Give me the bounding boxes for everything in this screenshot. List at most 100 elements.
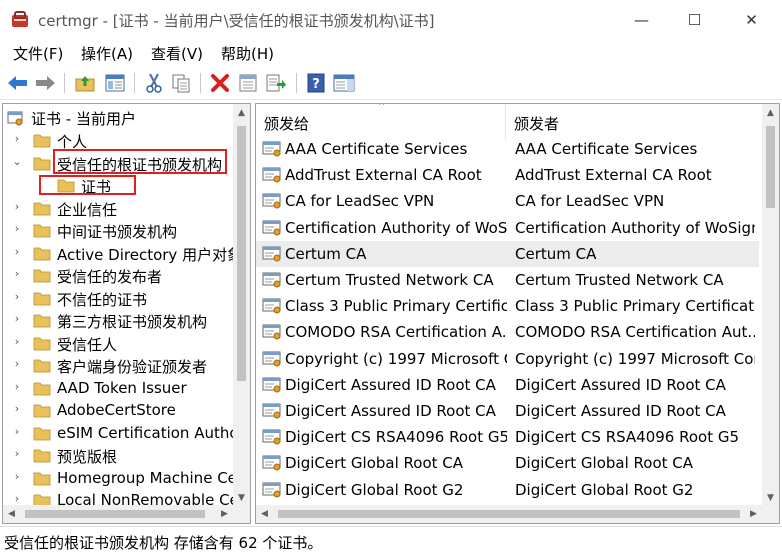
issued-to-cell: Certum Trusted Network CA xyxy=(285,271,494,289)
column-header-issued-to-label: 颁发给 xyxy=(264,115,310,133)
list-hscroll-thumb[interactable] xyxy=(278,510,740,518)
column-header-issued-to[interactable]: 颁发给 ^ xyxy=(256,104,505,140)
list-scroll-thumb[interactable] xyxy=(766,126,775,208)
list-vertical-scrollbar[interactable]: ▲ ▼ xyxy=(762,104,779,506)
tree-item-label: 不信任的证书 xyxy=(57,290,148,309)
scroll-up-icon[interactable]: ▲ xyxy=(233,104,250,121)
scroll-down-icon[interactable]: ▼ xyxy=(233,489,250,506)
expand-chevron-icon[interactable]: › xyxy=(11,290,23,303)
certmgr-app-icon xyxy=(12,11,28,27)
scroll-up-icon[interactable]: ▲ xyxy=(762,104,779,121)
scroll-down-icon[interactable]: ▼ xyxy=(762,489,779,506)
expand-chevron-icon[interactable]: › xyxy=(11,447,23,460)
tree-item[interactable]: › AdobeCertStore xyxy=(3,400,243,422)
maximize-button[interactable]: ☐ xyxy=(667,0,722,40)
title-bar: certmgr - [证书 - 当前用户\受信任的根证书颁发机构\证书] — ☐… xyxy=(0,0,782,40)
copy-icon[interactable] xyxy=(169,71,193,95)
collapse-chevron-icon[interactable]: ⌄ xyxy=(11,155,23,168)
issued-by-cell: DigiCert Global Root CA xyxy=(515,454,694,473)
expand-chevron-icon[interactable]: › xyxy=(11,335,23,348)
tree-item[interactable]: › AAD Token Issuer xyxy=(3,378,243,400)
certificate-row[interactable]: CA for LeadSec VPN CA for LeadSec VPN xyxy=(256,188,759,214)
tree-item[interactable]: 证书 xyxy=(3,175,243,197)
tree-item[interactable]: › eSIM Certification Authorities xyxy=(3,423,250,445)
tree-item-label: 受信任的根证书颁发机构 xyxy=(57,155,223,174)
tree-item[interactable]: › Active Directory 用户对象 xyxy=(3,243,243,265)
expand-chevron-icon[interactable]: › xyxy=(11,425,23,438)
tree-horizontal-scrollbar[interactable]: ◀ ▶ xyxy=(3,505,233,523)
tree-root[interactable]: 证书 - 当前用户 xyxy=(3,107,243,129)
delete-icon[interactable] xyxy=(208,71,232,95)
certificate-row[interactable]: Copyright (c) 1997 Microsoft C... Copyrig… xyxy=(256,346,759,372)
issued-by-cell: AddTrust External CA Root xyxy=(515,166,712,185)
expand-chevron-icon[interactable]: › xyxy=(11,222,23,235)
action-pane-icon[interactable] xyxy=(332,71,356,95)
expand-chevron-icon[interactable]: › xyxy=(11,470,23,483)
menu-view[interactable]: 查看(V) xyxy=(151,43,203,64)
tree-root-label: 证书 - 当前用户 xyxy=(31,110,136,128)
menu-help[interactable]: 帮助(H) xyxy=(221,43,274,64)
minimize-button[interactable]: — xyxy=(614,0,669,40)
scroll-left-icon[interactable]: ◀ xyxy=(256,505,273,523)
tree-item[interactable]: › 预览版根 xyxy=(3,445,243,467)
certificate-row[interactable]: AAA Certificate Services AAA Certificate … xyxy=(256,136,759,162)
tree-item-label: 证书 xyxy=(81,178,112,196)
tree-item[interactable]: › 中间证书颁发机构 xyxy=(3,220,243,242)
menu-action[interactable]: 操作(A) xyxy=(81,43,133,64)
folder-icon xyxy=(33,337,51,350)
certificate-row[interactable]: AddTrust External CA Root AddTrust Extern… xyxy=(256,162,759,188)
certificate-row[interactable]: DigiCert Assured ID Root CA DigiCert Assu… xyxy=(256,372,759,398)
certificate-row[interactable]: Class 3 Public Primary Certifica... Class… xyxy=(256,293,759,319)
tree-item[interactable]: › 受信任的发布者 xyxy=(3,265,243,287)
issued-by-cell: DigiCert Assured ID Root CA xyxy=(515,402,726,420)
tree-item[interactable]: › 客户端身份验证颁发者 xyxy=(3,355,243,377)
certificate-row[interactable]: Certum Trusted Network CA Certum Trusted … xyxy=(256,267,759,293)
expand-chevron-icon[interactable]: › xyxy=(11,402,23,415)
close-button[interactable]: ✕ xyxy=(724,0,779,40)
certificate-row[interactable]: DigiCert Global Root G2 DigiCert Global R… xyxy=(256,477,759,503)
certificate-row[interactable]: Certum CA Certum CA xyxy=(256,240,759,267)
expand-chevron-icon[interactable]: › xyxy=(11,357,23,370)
column-header-issued-by[interactable]: 颁发者 xyxy=(506,104,759,140)
folder-icon xyxy=(33,269,51,283)
tree-item[interactable]: › 个人 xyxy=(3,130,243,152)
scroll-right-icon[interactable]: ▶ xyxy=(216,505,233,523)
issued-to-cell: DigiCert Assured ID Root CA xyxy=(285,375,496,394)
expand-chevron-icon[interactable]: › xyxy=(11,245,23,258)
cut-icon[interactable] xyxy=(142,71,166,95)
show-hide-tree-icon[interactable] xyxy=(103,71,127,95)
issued-by-cell: CA for LeadSec VPN xyxy=(515,192,665,211)
certificate-row[interactable]: Certification Authority of WoSi... Certif… xyxy=(256,215,759,241)
tree-vertical-scrollbar[interactable]: ▲ ▼ xyxy=(233,104,250,506)
expand-chevron-icon[interactable]: › xyxy=(11,200,23,213)
tree-item[interactable]: › 企业信任 xyxy=(3,198,243,220)
certificate-row[interactable]: COMODO RSA Certification A... COMODO RSA … xyxy=(256,319,759,345)
certificate-row[interactable]: DigiCert Assured ID Root CA DigiCert Assu… xyxy=(256,398,759,424)
tree-item[interactable]: › 受信任人 xyxy=(3,333,243,355)
expand-chevron-icon[interactable]: › xyxy=(11,312,23,325)
back-arrow-icon[interactable] xyxy=(6,71,30,95)
tree-item[interactable]: › 第三方根证书颁发机构 xyxy=(3,310,243,332)
help-icon[interactable]: ? xyxy=(304,71,328,95)
tree-item[interactable]: › 不信任的证书 xyxy=(3,288,243,310)
menu-file[interactable]: 文件(F) xyxy=(13,43,63,64)
certificate-row[interactable]: DigiCert CS RSA4096 Root G5 DigiCert CS R… xyxy=(256,424,759,450)
expand-chevron-icon[interactable]: › xyxy=(11,380,23,393)
certificate-icon xyxy=(262,429,281,445)
column-header-issued-by-label: 颁发者 xyxy=(514,115,560,133)
scroll-right-icon[interactable]: ▶ xyxy=(745,505,762,523)
forward-arrow-icon[interactable] xyxy=(33,71,57,95)
certificate-row[interactable]: DigiCert Global Root CA DigiCert Global R… xyxy=(256,450,759,476)
export-list-icon[interactable] xyxy=(264,71,288,95)
up-folder-icon[interactable] xyxy=(73,71,97,95)
expand-chevron-icon[interactable]: › xyxy=(11,267,23,280)
tree-item[interactable]: ⌄ 受信任的根证书颁发机构 xyxy=(3,153,243,175)
tree-item[interactable]: › Homegroup Machine Certificates xyxy=(3,468,250,490)
scroll-left-icon[interactable]: ◀ xyxy=(3,505,20,523)
list-horizontal-scrollbar[interactable]: ◀ ▶ xyxy=(256,505,762,523)
expand-chevron-icon[interactable]: › xyxy=(11,132,23,145)
properties-icon[interactable] xyxy=(236,71,260,95)
tree-hscroll-thumb[interactable] xyxy=(25,510,205,518)
tree-scroll-thumb[interactable] xyxy=(237,126,246,381)
expand-chevron-icon[interactable]: › xyxy=(11,492,23,505)
